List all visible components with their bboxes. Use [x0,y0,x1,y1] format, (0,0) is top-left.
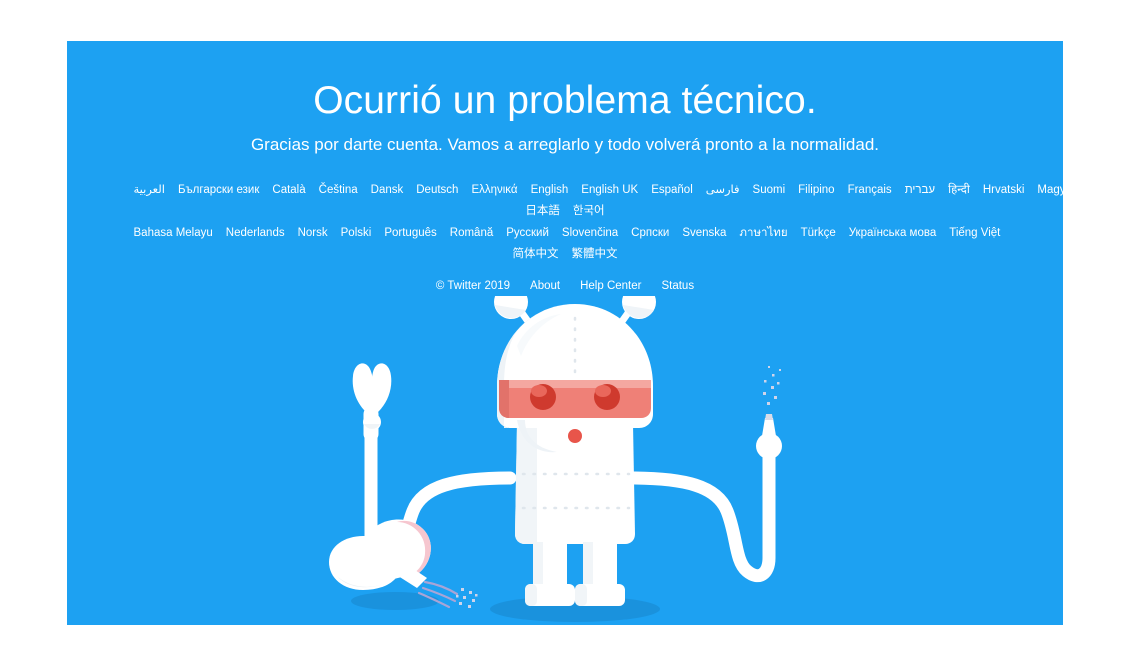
language-link-english-uk[interactable]: English UK [581,184,638,196]
robot-visor-shade [499,380,509,418]
language-link-spanish[interactable]: Español [651,184,693,196]
language-link-serbian[interactable]: Српски [631,227,669,239]
droplets [456,588,478,608]
language-link-ukrainian[interactable]: Українська мова [849,227,936,239]
language-link-english[interactable]: English [531,184,569,196]
robot-nose [568,429,582,443]
broken-robot-illustration [67,296,1063,625]
language-list: العربية Български език Català Čeština Dansk D… [67,156,1064,265]
robot-claw-icon [352,363,392,442]
language-link-romanian[interactable]: Română [450,227,493,239]
footer-link-help-center[interactable]: Help Center [580,280,641,292]
language-link-french[interactable]: Français [848,184,892,196]
language-link-korean[interactable]: 한국어 [573,205,605,217]
language-link-danish[interactable]: Dansk [371,184,404,196]
language-link-swedish[interactable]: Svenska [682,227,726,239]
language-link-chinese-traditional[interactable]: 繁體中文 [572,248,618,260]
error-subtitle: Gracias por darte cuenta. Vamos a arregl… [250,134,880,154]
language-link-hebrew[interactable]: עברית [905,184,935,196]
robot-right-arm [623,439,776,582]
language-link-persian[interactable]: فارسی [706,184,740,196]
copyright-text: © Twitter 2019 [435,279,511,292]
page-root: Ocurrió un problema técnico. Gracias por… [0,0,1147,655]
language-link-finnish[interactable]: Suomi [753,184,786,196]
language-link-croatian[interactable]: Hrvatski [983,184,1025,196]
footer-link-about[interactable]: About [530,280,560,292]
language-link-czech[interactable]: Čeština [319,184,358,196]
robot-visor-highlight [499,380,651,388]
language-link-bulgarian[interactable]: Български език [178,184,259,196]
robot-legs [525,542,625,606]
spark-icon [763,366,781,405]
egg-shadow [351,592,439,610]
language-link-filipino[interactable]: Filipino [798,184,834,196]
footer-link-status[interactable]: Status [661,280,694,292]
language-link-malay[interactable]: Bahasa Melayu [134,227,213,239]
language-link-hindi[interactable]: हिन्दी [948,184,970,196]
language-link-japanese[interactable]: 日本語 [525,205,560,217]
language-link-polish[interactable]: Polski [341,227,372,239]
language-link-hungarian[interactable]: Magyar [1037,184,1063,196]
robot-svg [329,296,782,622]
robot-plug-icon [756,414,782,459]
language-link-slovak[interactable]: Slovenčina [562,227,618,239]
language-link-greek[interactable]: Ελληνικά [471,184,517,196]
language-link-chinese-simplified[interactable]: 简体中文 [513,248,559,260]
error-panel: Ocurrió un problema técnico. Gracias por… [67,41,1063,625]
language-link-german[interactable]: Deutsch [416,184,458,196]
language-link-thai[interactable]: ภาษาไทย [739,227,787,239]
language-link-dutch[interactable]: Nederlands [226,227,285,239]
language-link-turkish[interactable]: Türkçe [801,227,836,239]
language-link-norwegian[interactable]: Norsk [298,227,328,239]
language-link-vietnamese[interactable]: Tiếng Việt [949,227,1000,239]
language-link-portuguese[interactable]: Português [384,227,436,239]
language-link-russian[interactable]: Русский [506,227,549,239]
error-content: Ocurrió un problema técnico. Gracias por… [67,41,1064,294]
language-link-catalan[interactable]: Català [272,184,305,196]
language-link-arabic[interactable]: العربية [134,184,165,196]
footer: © Twitter 2019 About Help Center Status [67,265,1063,294]
page-title: Ocurrió un problema técnico. [313,79,817,122]
